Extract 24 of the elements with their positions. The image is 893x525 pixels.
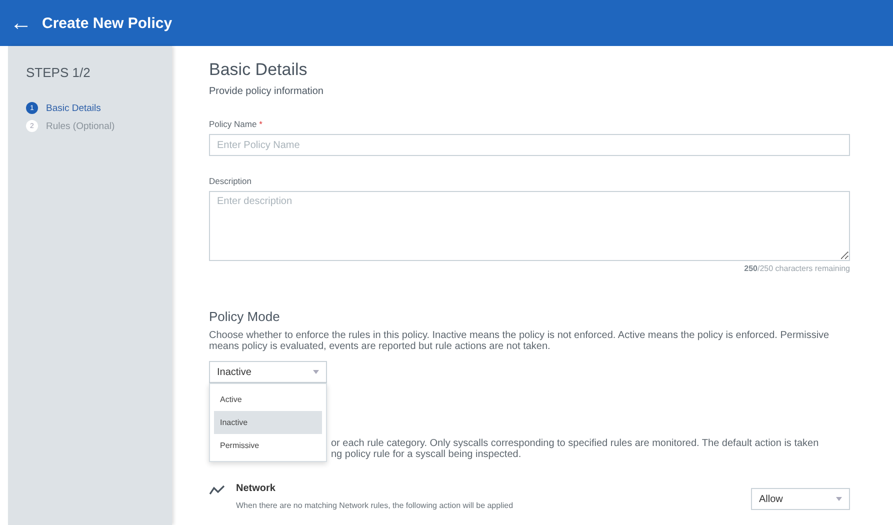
dropdown-option[interactable]: Inactive [214, 411, 322, 434]
mode-dropdown[interactable]: Inactive [209, 361, 327, 383]
caret-icon [836, 497, 842, 501]
mode-description: Choose whether to enforce the rules in this policy. Inactive means the policy is not enforced. Active means the policy is enforced. Permissive means policy is evaluated, events are reported but rule actions are not taken. [209, 330, 830, 352]
policy-name-field[interactable]: Enter Policy Name [209, 134, 850, 156]
section-subtitle: Provide policy information [209, 86, 324, 97]
description-field[interactable]: Enter description [209, 191, 850, 261]
section-title: Basic Details [209, 60, 308, 80]
action-dropdown[interactable]: Allow [751, 488, 850, 510]
back-button[interactable]: ← [10, 12, 32, 34]
category-description: When there are no matching Network rules, the following action will be applied [236, 501, 514, 510]
caret-icon [313, 370, 319, 374]
network-icon [209, 485, 225, 495]
rules-description: ng policy rule for a syscall being inspected. [331, 449, 522, 460]
section-title: Policy Mode [209, 309, 280, 324]
steps-title: STEPS 1/2 [26, 65, 90, 80]
rules-description: or each rule category. Only syscalls corresponding to specified rules are monitored. The default action is taken [331, 438, 820, 449]
dropdown-option[interactable]: Active [214, 388, 322, 411]
category-title: Network [236, 483, 276, 494]
field-label: Description [209, 176, 253, 186]
page-title: Create New Policy [42, 14, 172, 32]
character-counter: 250/250 characters remaining [743, 264, 850, 273]
dropdown-option[interactable]: Permissive [214, 434, 322, 457]
field-label: Policy Name * [209, 119, 264, 129]
